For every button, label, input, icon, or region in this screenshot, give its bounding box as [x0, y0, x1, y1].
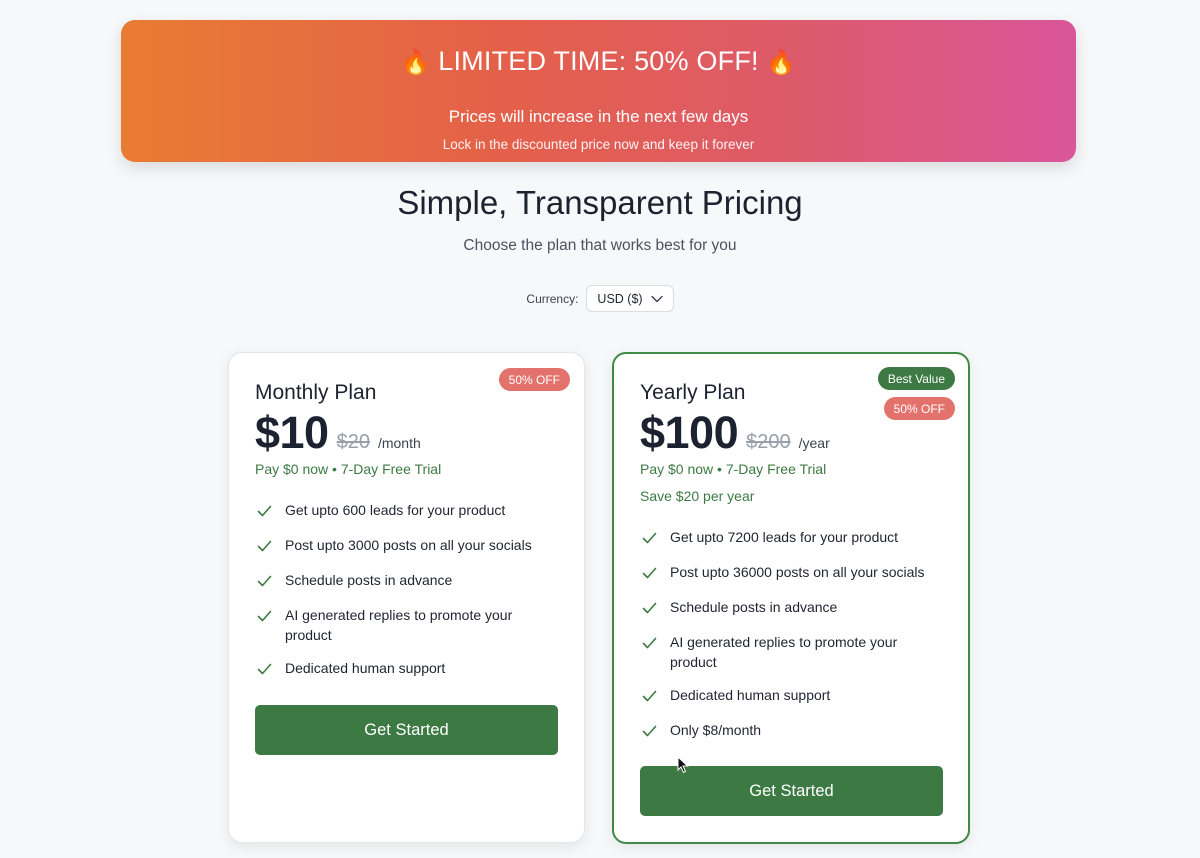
page-title: Simple, Transparent Pricing: [397, 184, 803, 221]
check-icon: [257, 540, 272, 552]
banner-note: Lock in the discounted price now and kee…: [442, 137, 755, 152]
list-item: Get upto 7200 leads for your product: [640, 527, 944, 547]
banner-title-row: 🔥 LIMITED TIME: 50% OFF! 🔥: [121, 46, 1076, 77]
list-item: AI generated replies to promote your pro…: [255, 605, 560, 645]
currency-selector-row: Currency: USD ($): [0, 285, 1200, 312]
feature-text: Dedicated human support: [285, 660, 446, 676]
trial-note: Pay $0 now • 7-Day Free Trial: [640, 461, 827, 477]
feature-text: AI generated replies to promote your pro…: [670, 634, 898, 670]
feature-text: Post upto 36000 posts on all your social…: [670, 564, 925, 580]
list-item: Only $8/month: [640, 720, 944, 740]
feature-text: Schedule posts in advance: [670, 599, 838, 615]
banner-subtitle: Prices will increase in the next few day…: [448, 107, 749, 126]
trial-note: Pay $0 now • 7-Day Free Trial: [255, 461, 442, 477]
feature-text: Only $8/month: [670, 722, 762, 738]
billing-period: /month: [377, 435, 421, 451]
feature-text: AI generated replies to promote your pro…: [285, 607, 513, 643]
feature-list: Get upto 7200 leads for your product Pos…: [640, 527, 944, 740]
check-icon: [257, 610, 272, 622]
feature-text: Post upto 3000 posts on all your socials: [285, 537, 532, 553]
pricing-card-yearly: Best Value 50% OFF Yearly Plan $100 $200…: [612, 352, 970, 844]
promo-banner: 🔥 LIMITED TIME: 50% OFF! 🔥 Prices will i…: [121, 20, 1076, 162]
original-price: $20: [336, 431, 370, 453]
list-item: Dedicated human support: [640, 685, 944, 705]
check-icon: [642, 725, 657, 737]
price-row: $100 $200 /year: [640, 407, 830, 459]
check-icon: [257, 505, 272, 517]
check-icon: [257, 575, 272, 587]
plan-name: Monthly Plan: [255, 381, 377, 404]
discount-badge: 50% OFF: [498, 368, 570, 391]
check-icon: [642, 690, 657, 702]
original-price: $200: [746, 431, 791, 453]
plan-price: $100: [640, 407, 739, 458]
billing-period: /year: [798, 435, 830, 451]
list-item: Schedule posts in advance: [640, 597, 944, 617]
check-icon: [642, 532, 657, 544]
check-icon: [642, 637, 657, 649]
savings-note: Save $20 per year: [640, 488, 755, 504]
feature-text: Get upto 7200 leads for your product: [670, 529, 899, 545]
feature-text: Dedicated human support: [670, 687, 831, 703]
get-started-button[interactable]: Get Started: [255, 705, 558, 755]
discount-badge: 50% OFF: [883, 397, 955, 420]
fire-icon: 🔥: [766, 49, 797, 76]
list-item: Post upto 36000 posts on all your social…: [640, 562, 944, 582]
page-subtitle: Choose the plan that works best for you: [463, 237, 737, 254]
feature-text: Get upto 600 leads for your product: [285, 502, 506, 518]
list-item: Dedicated human support: [255, 658, 560, 678]
pricing-card-monthly: 50% OFF Monthly Plan $10 $20 /month Pay …: [228, 352, 585, 843]
check-icon: [642, 602, 657, 614]
check-icon: [257, 663, 272, 675]
feature-list: Get upto 600 leads for your product Post…: [255, 500, 560, 678]
chevron-down-icon: [650, 295, 663, 302]
list-item: AI generated replies to promote your pro…: [640, 632, 944, 672]
currency-label: Currency:: [526, 291, 579, 306]
list-item: Schedule posts in advance: [255, 570, 560, 590]
plan-price: $10: [255, 407, 329, 458]
price-row: $10 $20 /month: [255, 407, 421, 459]
best-value-badge: Best Value: [877, 367, 955, 390]
currency-select[interactable]: USD ($): [586, 285, 674, 312]
fire-icon: 🔥: [400, 49, 431, 76]
plan-name: Yearly Plan: [640, 381, 746, 404]
banner-title: LIMITED TIME: 50% OFF!: [438, 46, 759, 76]
list-item: Post upto 3000 posts on all your socials: [255, 535, 560, 555]
list-item: Get upto 600 leads for your product: [255, 500, 560, 520]
feature-text: Schedule posts in advance: [285, 572, 453, 588]
check-icon: [642, 567, 657, 579]
mouse-pointer-icon: [677, 756, 689, 774]
currency-selected-value: USD ($): [597, 291, 643, 306]
